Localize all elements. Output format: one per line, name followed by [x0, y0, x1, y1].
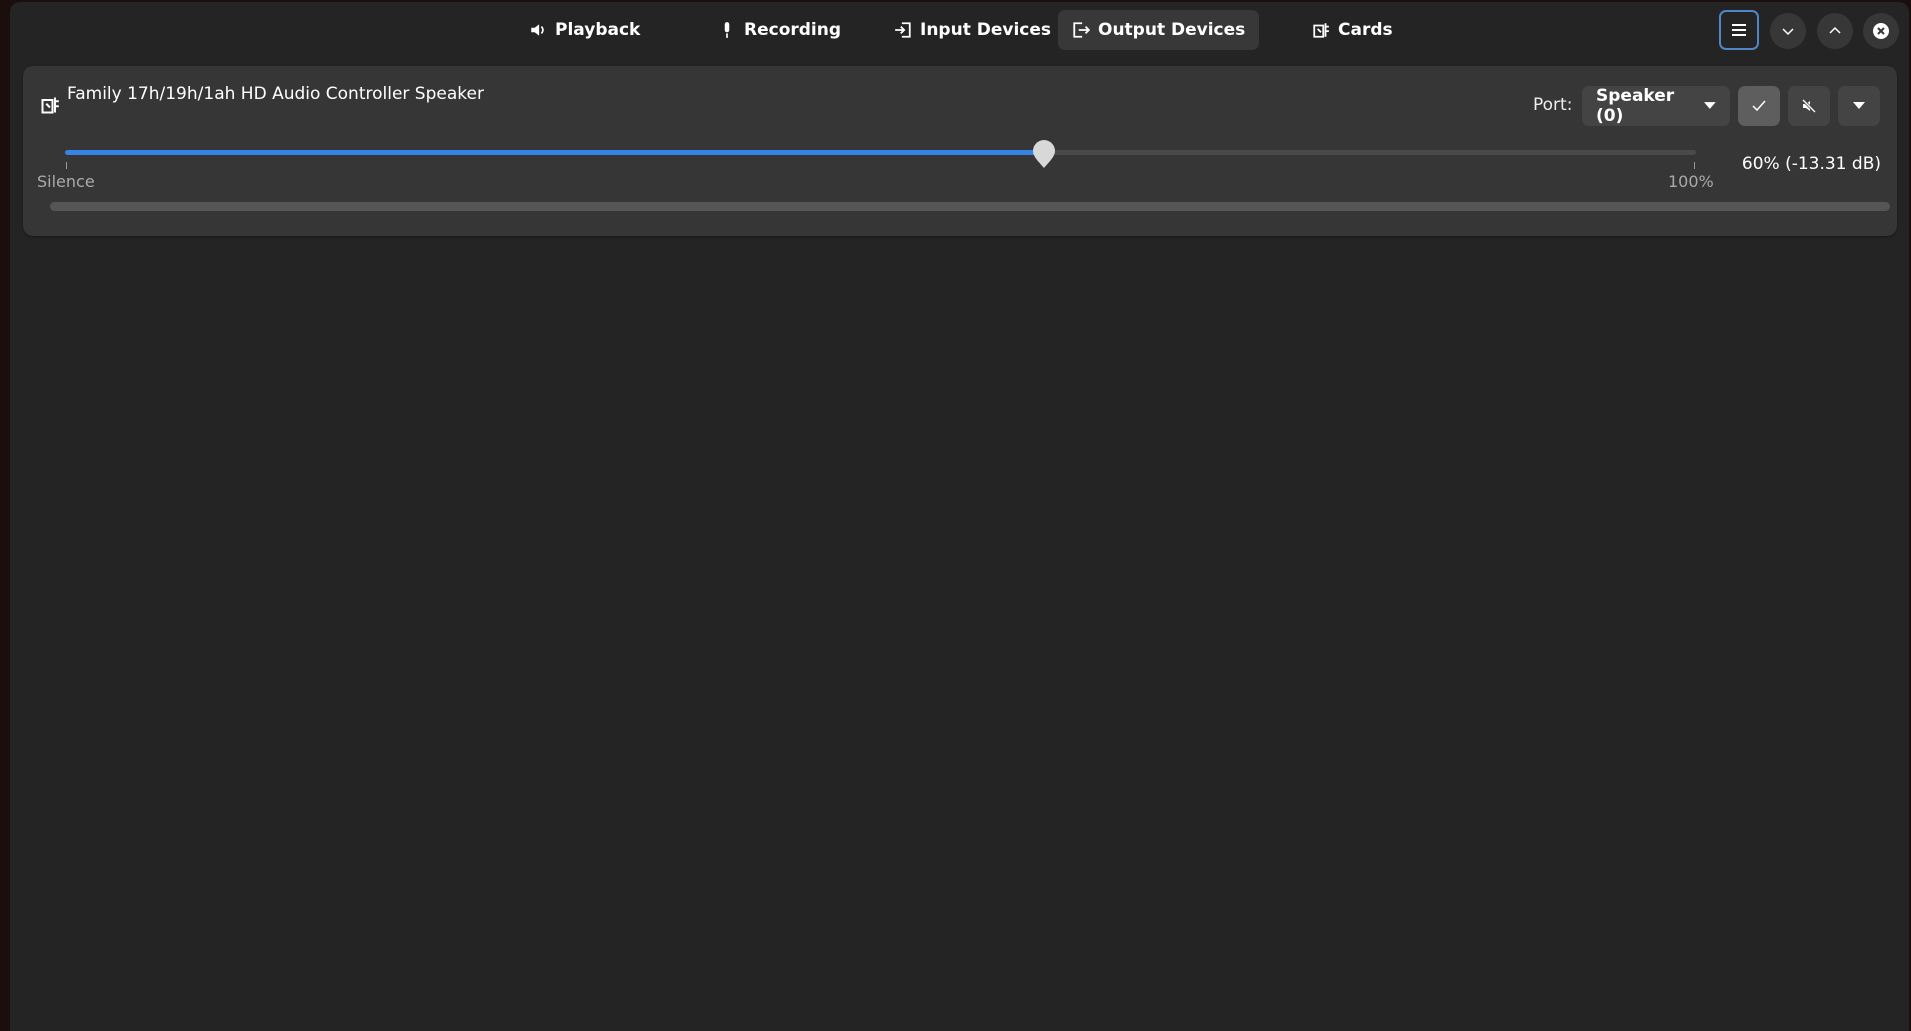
pavucontrol-window: Playback Recording Input Devices Output …	[10, 2, 1909, 1031]
tab-playback[interactable]: Playback	[515, 10, 654, 50]
speaker-muted-icon	[1801, 98, 1817, 114]
tab-output-devices[interactable]: Output Devices	[1058, 10, 1260, 50]
input-icon	[895, 22, 911, 38]
volume-slider-fill	[65, 150, 1044, 155]
mute-button[interactable]	[1788, 86, 1830, 126]
tab-cards[interactable]: Cards	[1298, 10, 1407, 50]
card-icon	[41, 97, 59, 114]
speaker-icon	[531, 24, 544, 36]
volume-value: 60% (-13.31 dB)	[1741, 154, 1881, 174]
volume-slider-thumb[interactable]	[1031, 138, 1057, 170]
check-icon	[1752, 100, 1766, 112]
scale-max-label: 100%	[1668, 172, 1714, 191]
main-menu-button[interactable]	[1719, 10, 1759, 50]
more-options-button[interactable]	[1838, 86, 1880, 126]
dropdown-arrow-icon	[1704, 102, 1716, 109]
output-device-card: Family 17h/19h/1ah HD Audio Controller S…	[23, 66, 1897, 236]
chevron-up-icon	[1829, 26, 1841, 34]
scale-tick-max	[1694, 162, 1695, 169]
port-dropdown[interactable]: Speaker (0)	[1582, 86, 1730, 126]
close-icon	[1873, 23, 1889, 39]
output-icon	[1073, 22, 1090, 38]
port-label: Port:	[1533, 95, 1573, 115]
minimize-button[interactable]	[1770, 13, 1806, 49]
chevron-down-icon	[1782, 28, 1794, 36]
device-name: Family 17h/19h/1ah HD Audio Controller S…	[67, 84, 484, 104]
peak-level-bar	[50, 202, 1890, 211]
volume-slider[interactable]	[65, 140, 1696, 168]
microphone-icon	[724, 22, 730, 38]
close-button[interactable]	[1863, 13, 1899, 49]
scale-tick-min	[66, 162, 67, 169]
set-default-button[interactable]	[1738, 86, 1780, 126]
maximize-button[interactable]	[1817, 13, 1853, 49]
card-icon	[1313, 23, 1329, 38]
tab-input-devices[interactable]: Input Devices	[880, 10, 1065, 50]
tab-recording[interactable]: Recording	[704, 10, 855, 50]
hamburger-icon	[1732, 24, 1746, 36]
dropdown-arrow-icon	[1853, 102, 1865, 109]
scale-min-label: Silence	[37, 172, 95, 191]
